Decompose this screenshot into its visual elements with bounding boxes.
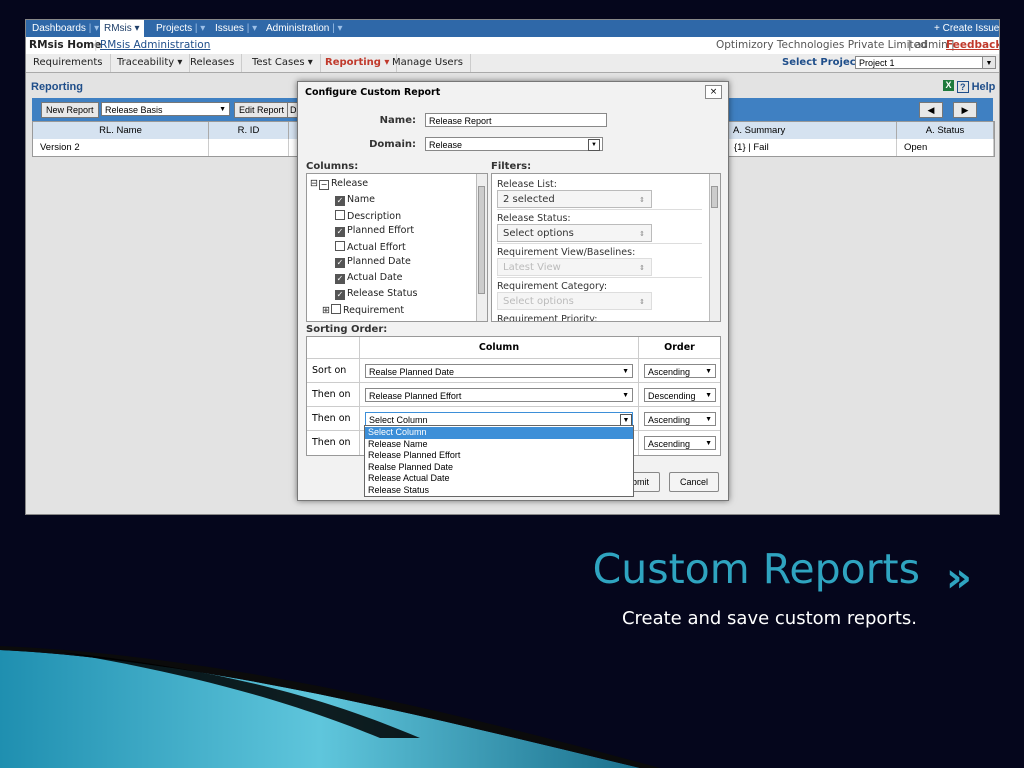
rmsis-admin-link[interactable]: RMsis Administration <box>100 39 210 51</box>
sort-order-select-3[interactable]: Ascending ▼ <box>644 412 716 426</box>
sub-header: RMsis Home | RMsis Administration Optimi… <box>26 37 999 55</box>
filters-label: Filters: <box>491 161 532 172</box>
sorting-order-label: Sorting Order: <box>306 324 388 335</box>
sort-row-label: Then on <box>307 383 360 407</box>
close-icon[interactable]: × <box>705 85 722 99</box>
menu-manage-users[interactable]: Manage Users <box>385 54 471 72</box>
release-list-select[interactable]: 2 selected ⇕ <box>497 190 652 208</box>
sort-column-select-2[interactable]: Release Planned Effort ▼ <box>365 388 633 402</box>
tree-item-actual-date[interactable]: ✓ Actual Date <box>335 272 403 284</box>
sort-row-label: Sort on <box>307 359 360 383</box>
select-project-label: Select Project: <box>782 57 865 68</box>
top-navigation: Dashboards | ▾ RMsis ▾ Projects | ▾ Issu… <box>26 20 999 37</box>
tree-root-release[interactable]: ⊟ − Release <box>310 178 368 190</box>
filter-label-release-list: Release List: <box>497 179 557 190</box>
create-issue-link[interactable]: + Create Issue <box>934 20 999 37</box>
nav-issues[interactable]: Issues | ▾ <box>215 20 257 37</box>
filter-label-requirement-priority: Requirement Priority: <box>497 314 598 322</box>
domain-label: Domain: <box>369 139 416 150</box>
filter-label-requirement-view: Requirement View/Baselines: <box>497 247 636 258</box>
slide-subtitle: Create and save custom reports. <box>621 608 917 629</box>
release-status-select[interactable]: Select options ⇕ <box>497 224 652 242</box>
prev-page-button[interactable]: ◀ <box>919 102 943 118</box>
menu-releases[interactable]: Releases <box>183 54 243 72</box>
dropdown-option[interactable]: Release Status <box>365 485 633 497</box>
help-icon: ? <box>957 81 969 93</box>
domain-select[interactable]: Release ▼ <box>425 137 603 151</box>
nav-projects[interactable]: Projects | ▾ <box>156 20 205 37</box>
report-name-input[interactable]: Release Report <box>425 113 607 127</box>
next-page-button[interactable]: ▶ <box>953 102 977 118</box>
col-a-summary[interactable]: A. Summary <box>727 122 897 139</box>
tree-item-requirement[interactable]: ⊞ Requirement <box>322 304 404 316</box>
cell-rl-name: Version 2 <box>33 139 209 156</box>
sort-order-select-4[interactable]: Ascending ▼ <box>644 436 716 450</box>
nav-administration[interactable]: Administration | ▾ <box>266 20 343 37</box>
feedback-link[interactable]: Feedback <box>946 39 999 51</box>
sort-column-select-3[interactable]: Select Column ▼ <box>365 412 633 427</box>
requirement-view-select[interactable]: Latest View ⇕ <box>497 258 652 276</box>
double-chevron-icon: » <box>946 555 972 601</box>
cell-a-status: Open <box>897 139 994 156</box>
filters-scrollbar[interactable] <box>709 174 720 321</box>
filter-label-requirement-category: Requirement Category: <box>497 281 608 292</box>
requirement-category-select[interactable]: Select options ⇕ <box>497 292 652 310</box>
nav-dashboards[interactable]: Dashboards | ▾ <box>32 20 99 37</box>
columns-label: Columns: <box>306 161 359 172</box>
project-select[interactable]: Project 1 ▼ <box>855 56 996 69</box>
cell-r-id <box>209 139 289 156</box>
dropdown-option[interactable]: Release Name <box>365 439 633 451</box>
nav-rmsis[interactable]: RMsis ▾ <box>100 20 144 37</box>
excel-export-icon[interactable]: X <box>943 80 954 91</box>
sort-order-header: Order <box>639 337 720 359</box>
columns-tree: ⊟ − Release ✓ Name Description ✓ Planned Eff… <box>306 173 488 322</box>
columns-scrollbar[interactable] <box>476 174 487 321</box>
sort-row-label: Then on <box>307 431 360 455</box>
tree-item-actual-effort[interactable]: Actual Effort <box>335 241 406 253</box>
filter-label-release-status: Release Status: <box>497 213 571 224</box>
col-a-status[interactable]: A. Status <box>897 122 994 139</box>
tree-item-planned-date[interactable]: ✓ Planned Date <box>335 256 411 268</box>
filters-panel: Release List: 2 selected ⇕ Release Status… <box>491 173 721 322</box>
tree-item-planned-effort[interactable]: ✓ Planned Effort <box>335 225 414 237</box>
sort-column-select-1[interactable]: Realse Planned Date ▼ <box>365 364 633 378</box>
dropdown-option[interactable]: Release Planned Effort <box>365 450 633 462</box>
menu-requirements[interactable]: Requirements <box>26 54 111 72</box>
slide-title: Custom Reports <box>592 545 920 593</box>
report-type-select[interactable]: Release Basis ▼ <box>101 102 230 116</box>
chevron-down-icon: ▼ <box>588 139 600 151</box>
rmsis-home-link[interactable]: RMsis Home <box>29 39 101 51</box>
help-link[interactable]: ? Help <box>957 81 995 93</box>
chevron-down-icon: ▼ <box>982 57 995 68</box>
page-title: Reporting <box>31 81 83 93</box>
sort-order-select-1[interactable]: Ascending ▼ <box>644 364 716 378</box>
col-r-id[interactable]: R. ID <box>209 122 289 139</box>
sort-order-select-2[interactable]: Descending ▼ <box>644 388 716 402</box>
dialog-title: Configure Custom Report <box>305 87 441 98</box>
company-name: Optimizory Technologies Private Limited <box>716 39 927 51</box>
tree-item-name[interactable]: ✓ Name <box>335 194 375 206</box>
cell-a-summary: {1} | Fail <box>727 139 897 156</box>
edit-report-button[interactable]: Edit Report <box>234 102 290 118</box>
cancel-button[interactable]: Cancel <box>669 472 719 492</box>
dropdown-option[interactable]: Realse Planned Date <box>365 462 633 474</box>
dropdown-option[interactable]: Select Column <box>365 427 633 439</box>
column-dropdown-list: Select Column Release Name Release Plann… <box>364 425 634 497</box>
menu-test-cases[interactable]: Test Cases ▾ <box>245 54 321 72</box>
tree-item-description[interactable]: Description <box>335 210 401 222</box>
sort-col-header: Column <box>360 337 639 359</box>
new-report-button[interactable]: New Report <box>41 102 99 118</box>
menu-traceability[interactable]: Traceability ▾ <box>110 54 191 72</box>
tree-item-release-status[interactable]: ✓ Release Status <box>335 288 417 300</box>
scroll-thumb[interactable] <box>711 186 718 208</box>
dropdown-option[interactable]: Release Actual Date <box>365 473 633 485</box>
scroll-thumb[interactable] <box>478 186 485 294</box>
col-rl-name[interactable]: RL. Name <box>33 122 209 139</box>
name-label: Name: <box>379 115 416 126</box>
menu-bar: Requirements Traceability ▾ Releases Tes… <box>26 54 999 73</box>
sort-row-label: Then on <box>307 407 360 431</box>
